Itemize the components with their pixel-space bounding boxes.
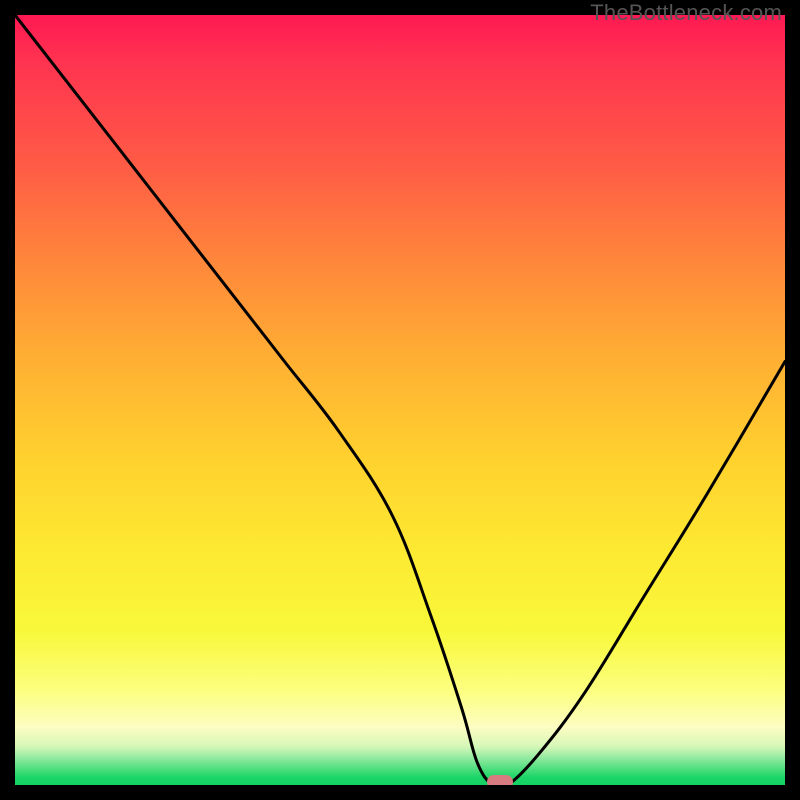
optimal-point-marker — [487, 775, 513, 785]
chart-frame: TheBottleneck.com — [0, 0, 800, 800]
plot-area — [15, 15, 785, 785]
bottleneck-curve — [15, 15, 785, 785]
watermark-label: TheBottleneck.com — [590, 0, 782, 26]
